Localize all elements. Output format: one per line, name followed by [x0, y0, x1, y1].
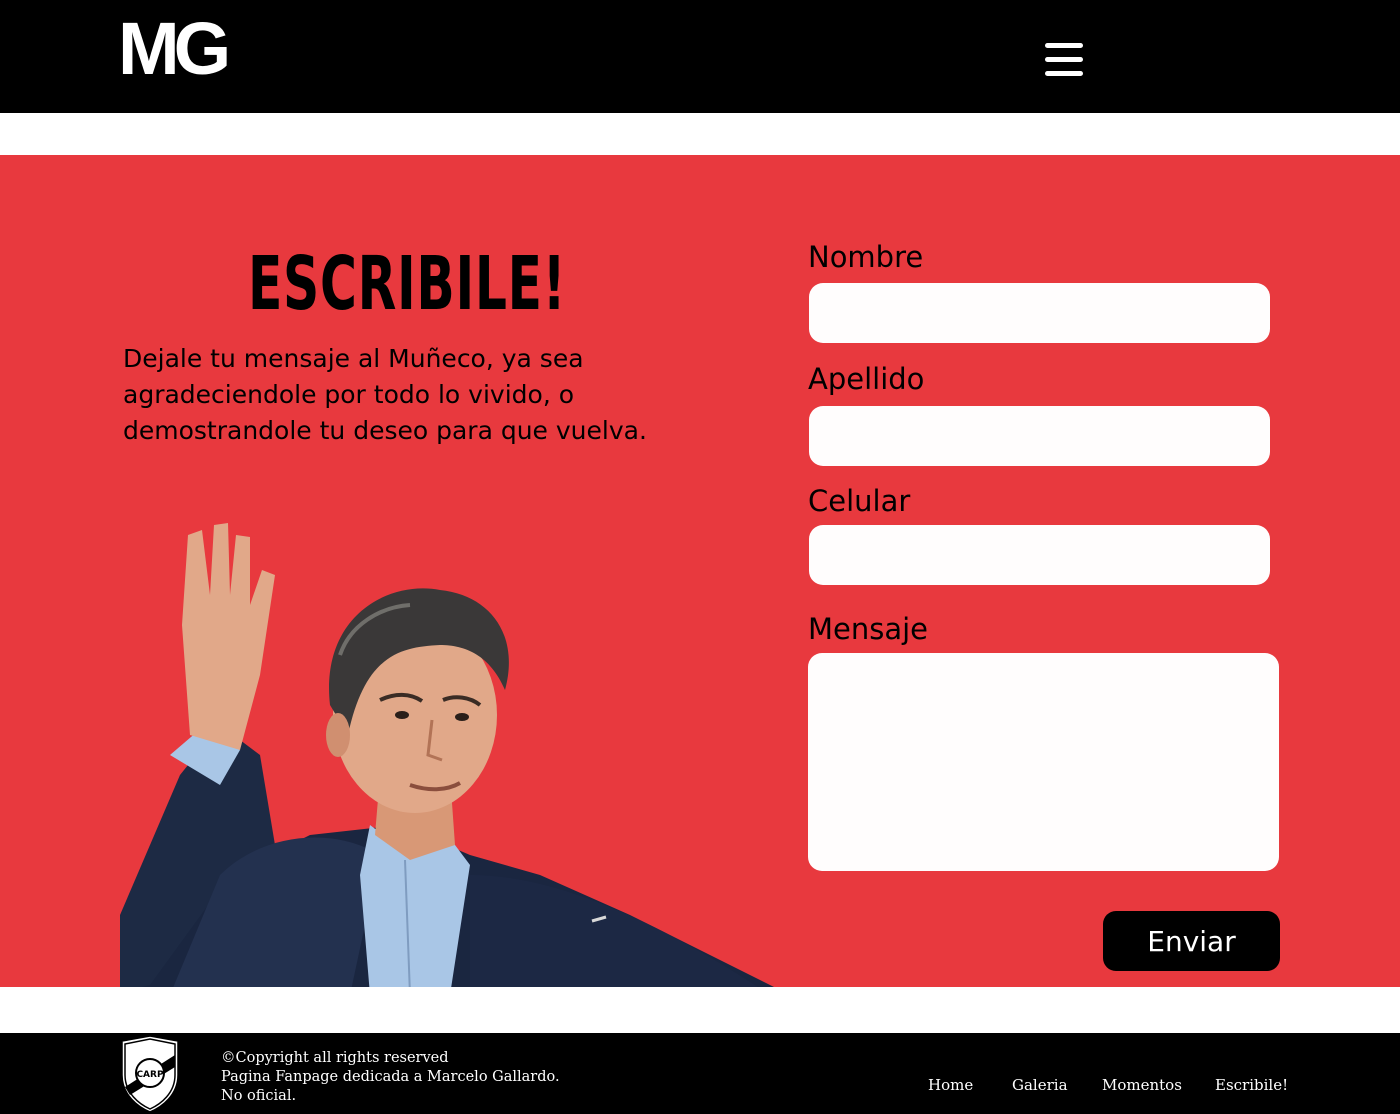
footer-link-home[interactable]: Home: [928, 1076, 973, 1094]
intro-text: Dejale tu mensaje al Muñeco, ya sea agra…: [123, 344, 647, 445]
apellido-label: Apellido: [808, 362, 925, 396]
hamburger-bar: [1045, 71, 1083, 76]
person-waving-illustration: [120, 523, 774, 987]
nombre-label: Nombre: [808, 240, 924, 274]
page-title: ESCRIBILE!: [248, 241, 567, 327]
celular-label: Celular: [808, 484, 911, 518]
hamburger-bar: [1045, 43, 1083, 48]
site-logo[interactable]: MG: [118, 12, 231, 86]
footer-link-escribile[interactable]: Escribile!: [1215, 1076, 1288, 1094]
nombre-input[interactable]: [809, 283, 1270, 343]
footer-link-galeria[interactable]: Galeria: [1012, 1076, 1068, 1094]
site-header: MG: [0, 0, 1400, 113]
mensaje-textarea[interactable]: [808, 653, 1279, 871]
site-footer: CARP ©Copyright all rights reserved Pagi…: [0, 1033, 1400, 1114]
apellido-input[interactable]: [809, 406, 1270, 466]
hamburger-bar: [1045, 57, 1083, 62]
footer-link-momentos[interactable]: Momentos: [1102, 1076, 1182, 1094]
hamburger-menu-icon[interactable]: [1042, 40, 1086, 80]
mensaje-label: Mensaje: [808, 612, 929, 646]
contact-section: ESCRIBILE! Dejale tu mensaje al Muñeco, …: [0, 155, 1400, 987]
celular-input[interactable]: [809, 525, 1270, 585]
enviar-button[interactable]: Enviar: [1103, 911, 1280, 971]
footer-nav: Home Galeria Momentos Escribile!: [0, 1076, 1400, 1096]
river-plate-crest-icon: CARP: [121, 1035, 179, 1113]
copyright-line: ©Copyright all rights reserved: [221, 1050, 449, 1066]
